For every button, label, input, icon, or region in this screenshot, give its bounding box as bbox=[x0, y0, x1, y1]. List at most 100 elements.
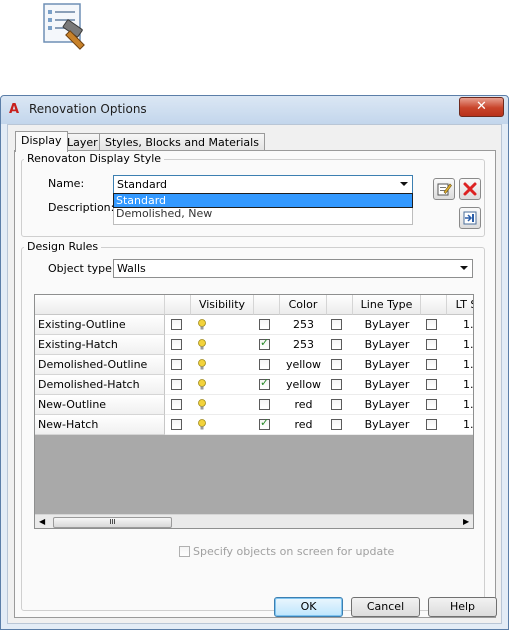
linetype-value[interactable]: ByLayer bbox=[353, 415, 421, 435]
lightbulb-icon[interactable] bbox=[198, 319, 206, 330]
ltscale-value[interactable]: 1.0 bbox=[447, 335, 473, 355]
color-value[interactable]: 253 bbox=[280, 315, 327, 335]
scroll-thumb[interactable]: III bbox=[53, 517, 172, 528]
name-dropdown-value: Standard bbox=[117, 178, 168, 191]
ltscale-value[interactable]: 1.0 bbox=[447, 315, 473, 335]
grid-header-cell: Color bbox=[280, 295, 327, 315]
color-value[interactable]: 253 bbox=[280, 335, 327, 355]
dropdown-option-standard[interactable]: Standard bbox=[114, 194, 412, 207]
color-checkbox[interactable] bbox=[259, 399, 270, 410]
display-style-group-label: Renovaton Display Style bbox=[24, 152, 165, 165]
row-name: New-Hatch bbox=[35, 415, 165, 435]
design-rules-group-label: Design Rules bbox=[24, 240, 102, 253]
color-checkbox[interactable] bbox=[259, 319, 270, 330]
object-type-dropdown[interactable]: Walls bbox=[113, 259, 473, 278]
title-bar[interactable]: A Renovation Options ✕ bbox=[1, 96, 508, 124]
delete-style-icon bbox=[463, 182, 477, 196]
ltscale-value[interactable]: 1.0 bbox=[447, 395, 473, 415]
visibility-checkbox[interactable] bbox=[171, 399, 182, 410]
lightbulb-icon[interactable] bbox=[198, 339, 206, 350]
dialog-title: Renovation Options bbox=[29, 102, 147, 116]
delete-style-button[interactable] bbox=[459, 178, 481, 200]
linetype-checkbox[interactable] bbox=[331, 319, 342, 330]
color-value[interactable]: red bbox=[280, 415, 327, 435]
edit-style-icon bbox=[437, 183, 452, 196]
linetype-checkbox[interactable] bbox=[331, 419, 342, 430]
ltscale-checkbox[interactable] bbox=[426, 379, 437, 390]
help-button[interactable]: Help bbox=[428, 597, 497, 617]
ok-button[interactable]: OK bbox=[274, 597, 343, 617]
grid-header-cell bbox=[327, 295, 353, 315]
object-type-label: Object type: bbox=[48, 262, 116, 275]
grid-header-cell bbox=[165, 295, 191, 315]
ltscale-checkbox[interactable] bbox=[426, 419, 437, 430]
visibility-checkbox[interactable] bbox=[171, 379, 182, 390]
visibility-checkbox[interactable] bbox=[171, 419, 182, 430]
linetype-value[interactable]: ByLayer bbox=[353, 335, 421, 355]
row-name: Demolished-Hatch bbox=[35, 375, 165, 395]
scroll-right-icon[interactable]: ▶ bbox=[463, 517, 469, 526]
ltscale-checkbox[interactable] bbox=[426, 399, 437, 410]
linetype-checkbox[interactable] bbox=[331, 339, 342, 350]
close-button[interactable]: ✕ bbox=[459, 97, 504, 117]
grid-header-cell bbox=[35, 295, 165, 315]
row-name: Demolished-Outline bbox=[35, 355, 165, 375]
linetype-checkbox[interactable] bbox=[331, 379, 342, 390]
import-style-icon bbox=[463, 211, 477, 225]
color-checkbox[interactable] bbox=[259, 416, 270, 430]
chevron-down-icon[interactable] bbox=[400, 182, 408, 186]
ltscale-checkbox[interactable] bbox=[426, 319, 437, 330]
linetype-value[interactable]: ByLayer bbox=[353, 355, 421, 375]
linetype-checkbox[interactable] bbox=[331, 359, 342, 370]
lightbulb-icon[interactable] bbox=[198, 419, 206, 430]
cancel-button[interactable]: Cancel bbox=[351, 597, 420, 617]
color-value[interactable]: red bbox=[280, 395, 327, 415]
grid-header-cell bbox=[421, 295, 447, 315]
import-style-button[interactable] bbox=[459, 207, 481, 229]
scroll-left-icon[interactable]: ◀ bbox=[39, 517, 45, 526]
row-name: Existing-Hatch bbox=[35, 335, 165, 355]
grid-header-cell: LT S bbox=[447, 295, 473, 315]
color-checkbox[interactable] bbox=[259, 376, 270, 390]
ltscale-value[interactable]: 1.0 bbox=[447, 355, 473, 375]
lightbulb-icon[interactable] bbox=[198, 399, 206, 410]
ltscale-value[interactable]: 1.0 bbox=[447, 415, 473, 435]
name-dropdown[interactable]: Standard bbox=[113, 175, 413, 194]
renovation-options-icon[interactable] bbox=[42, 2, 94, 50]
linetype-checkbox[interactable] bbox=[331, 399, 342, 410]
visibility-checkbox[interactable] bbox=[171, 339, 182, 350]
row-name: New-Outline bbox=[35, 395, 165, 415]
linetype-value[interactable]: ByLayer bbox=[353, 315, 421, 335]
design-rules-grid: Visibility Color Line Type LT S Existing-Out… bbox=[34, 294, 474, 529]
color-checkbox[interactable] bbox=[259, 359, 270, 370]
color-value[interactable]: yellow bbox=[280, 375, 327, 395]
grid-header-cell: Line Type bbox=[353, 295, 421, 315]
description-label: Description: bbox=[48, 201, 115, 214]
tab-styles-blocks-materials[interactable]: Styles, Blocks and Materials bbox=[99, 133, 265, 151]
linetype-value[interactable]: ByLayer bbox=[353, 375, 421, 395]
specify-objects-checkbox[interactable] bbox=[179, 546, 190, 557]
color-value[interactable]: yellow bbox=[280, 355, 327, 375]
linetype-value[interactable]: ByLayer bbox=[353, 395, 421, 415]
ltscale-checkbox[interactable] bbox=[426, 359, 437, 370]
lightbulb-icon[interactable] bbox=[198, 359, 206, 370]
autocad-icon: A bbox=[9, 102, 20, 117]
grid-header-cell: Visibility bbox=[191, 295, 254, 315]
row-name: Existing-Outline bbox=[35, 315, 165, 335]
chevron-down-icon[interactable] bbox=[460, 266, 468, 270]
visibility-checkbox[interactable] bbox=[171, 319, 182, 330]
grid-header-cell bbox=[254, 295, 280, 315]
object-type-value: Walls bbox=[117, 262, 146, 275]
lightbulb-icon[interactable] bbox=[198, 379, 206, 390]
ltscale-value[interactable]: 1.0 bbox=[447, 375, 473, 395]
visibility-checkbox[interactable] bbox=[171, 359, 182, 370]
name-label: Name: bbox=[48, 177, 85, 190]
color-checkbox[interactable] bbox=[259, 336, 270, 350]
name-dropdown-list: Standard bbox=[113, 193, 413, 208]
horizontal-scrollbar[interactable]: ◀ III ▶ bbox=[35, 514, 473, 528]
scroll-thumb-grip: III bbox=[109, 518, 116, 526]
ltscale-checkbox[interactable] bbox=[426, 339, 437, 350]
edit-style-button[interactable] bbox=[433, 178, 455, 200]
specify-objects-label: Specify objects on screen for update bbox=[193, 545, 395, 558]
tab-display[interactable]: Display bbox=[15, 131, 68, 152]
